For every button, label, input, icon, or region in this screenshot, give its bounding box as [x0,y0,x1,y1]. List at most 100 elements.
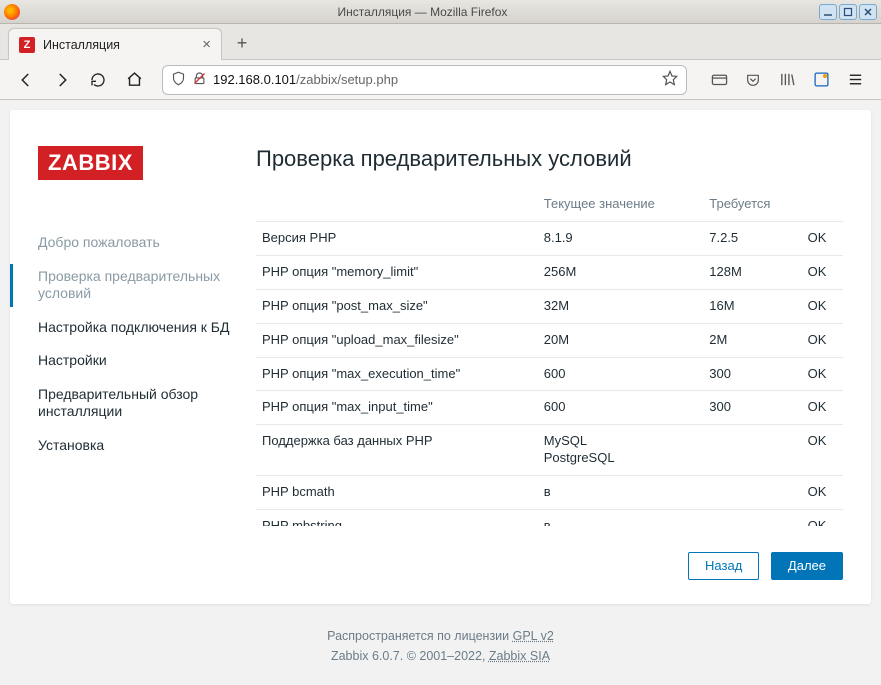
next-step-button[interactable]: Далее [771,552,843,580]
credit-card-icon[interactable] [703,65,735,95]
check-status: OK [802,476,843,510]
check-name: PHP опция "memory_limit" [256,255,538,289]
check-name: PHP опция "max_execution_time" [256,357,538,391]
check-status: OK [802,391,843,425]
menu-button[interactable] [839,65,871,95]
check-name: PHP опция "upload_max_filesize" [256,323,538,357]
check-required: 300 [703,357,801,391]
close-window-button[interactable] [859,4,877,20]
close-tab-button[interactable]: × [202,36,211,53]
back-step-button[interactable]: Назад [688,552,759,580]
new-tab-button[interactable]: + [228,29,256,57]
check-current: 20M [538,323,704,357]
col-required-header: Требуется [703,190,801,222]
address-bar[interactable]: 192.168.0.101/zabbix/setup.php [162,65,687,95]
library-icon[interactable] [771,65,803,95]
pocket-icon[interactable] [737,65,769,95]
window-titlebar: Инсталляция — Mozilla Firefox [0,0,881,24]
page-viewport[interactable]: ZABBIX Добро пожаловатьПроверка предвари… [0,100,881,685]
nav-step[interactable]: Проверка предварительных условий [38,260,252,311]
main-content: Проверка предварительных условий Текущее… [252,146,843,580]
bookmark-star-icon[interactable] [662,70,678,89]
check-status: OK [802,425,843,476]
table-row: PHP опция "post_max_size"32M16MOK [256,289,843,323]
forward-button[interactable] [46,65,78,95]
minimize-button[interactable] [819,4,837,20]
firefox-icon [4,4,20,20]
check-current: 32M [538,289,704,323]
nav-step[interactable]: Настройки [38,344,252,378]
check-required: 16M [703,289,801,323]
check-name: PHP bcmath [256,476,538,510]
prerequisites-table: Текущее значение Требуется Версия PHP8.1… [256,190,843,526]
company-link[interactable]: Zabbix SIA [489,649,550,663]
table-row: Поддержка баз данных PHPMySQLPostgreSQLO… [256,425,843,476]
window-title: Инсталляция — Mozilla Firefox [26,5,819,19]
favicon-zabbix-icon: Z [19,37,35,53]
toolbar-right-icons [703,65,871,95]
check-current: 8.1.9 [538,222,704,256]
table-row: PHP опция "upload_max_filesize"20M2MOK [256,323,843,357]
maximize-button[interactable] [839,4,857,20]
col-status-header [802,190,843,222]
check-status: OK [802,323,843,357]
check-current: в [538,476,704,510]
table-row: PHP mbstringв OK [256,510,843,526]
check-current: в [538,510,704,526]
back-button[interactable] [10,65,42,95]
tab-strip: Z Инсталляция × + [0,24,881,60]
setup-card: ZABBIX Добро пожаловатьПроверка предвари… [10,110,871,604]
col-current-header: Текущее значение [538,190,704,222]
check-status: OK [802,357,843,391]
license-link[interactable]: GPL v2 [513,629,554,643]
browser-tab[interactable]: Z Инсталляция × [8,28,222,60]
check-required [703,510,801,526]
check-required [703,425,801,476]
check-status: OK [802,255,843,289]
url-host: 192.168.0.101 [213,72,296,87]
wizard-buttons: Назад Далее [256,552,843,580]
window-controls [819,4,877,20]
check-current: MySQLPostgreSQL [538,425,704,476]
prerequisites-table-wrap: Текущее значение Требуется Версия PHP8.1… [256,190,843,526]
setup-steps-nav: Добро пожаловатьПроверка предварительных… [38,226,252,462]
table-row: PHP опция "max_execution_time"600300OK [256,357,843,391]
page-footer: Распространяется по лицензии GPL v2 Zabb… [10,626,871,666]
url-text: 192.168.0.101/zabbix/setup.php [213,72,656,87]
shield-icon[interactable] [171,71,186,89]
check-current: 256M [538,255,704,289]
reload-button[interactable] [82,65,114,95]
check-required [703,476,801,510]
footer-license-prefix: Распространяется по лицензии [327,629,512,643]
table-row: PHP опция "max_input_time"600300OK [256,391,843,425]
check-status: OK [802,222,843,256]
check-name: PHP mbstring [256,510,538,526]
insecure-lock-icon[interactable] [192,71,207,89]
check-name: PHP опция "post_max_size" [256,289,538,323]
url-path: /zabbix/setup.php [296,72,398,87]
footer-version-prefix: Zabbix 6.0.7. © 2001–2022, [331,649,489,663]
check-current: 600 [538,357,704,391]
zabbix-logo: ZABBIX [38,146,143,180]
table-row: PHP bcmathв OK [256,476,843,510]
home-button[interactable] [118,65,150,95]
check-status: OK [802,510,843,526]
check-required: 128M [703,255,801,289]
check-current: 600 [538,391,704,425]
sidebar: ZABBIX Добро пожаловатьПроверка предвари… [38,146,252,580]
table-row: PHP опция "memory_limit"256M128MOK [256,255,843,289]
nav-step[interactable]: Настройка подключения к БД [38,311,252,345]
browser-toolbar: 192.168.0.101/zabbix/setup.php [0,60,881,100]
tab-title: Инсталляция [43,38,202,52]
check-required: 7.2.5 [703,222,801,256]
col-name-header [256,190,538,222]
container-tabs-icon[interactable] [805,65,837,95]
check-required: 2M [703,323,801,357]
nav-step[interactable]: Установка [38,429,252,463]
nav-step[interactable]: Добро пожаловать [38,226,252,260]
check-status: OK [802,289,843,323]
nav-step[interactable]: Предварительный обзор инсталляции [38,378,252,429]
table-row: Версия PHP8.1.97.2.5OK [256,222,843,256]
check-required: 300 [703,391,801,425]
page-title: Проверка предварительных условий [256,146,843,172]
